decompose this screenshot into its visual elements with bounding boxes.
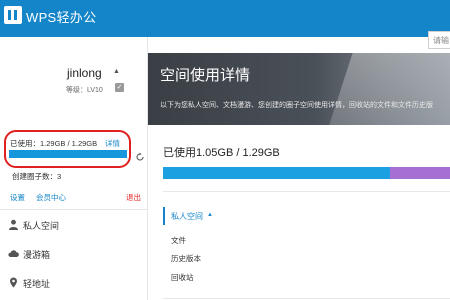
caret-up-icon[interactable]: ▲ xyxy=(207,212,213,218)
highlight-annotation xyxy=(4,130,131,168)
sidebar-item-private-space[interactable]: 私人空间 xyxy=(0,212,147,240)
app-title: WPS轻办公 xyxy=(26,10,97,25)
user-level: 等级：LV10 xyxy=(66,87,103,94)
tree-header-label: 私人空间 xyxy=(171,212,203,221)
usage-breakdown-bar xyxy=(163,167,450,179)
sidebar-item-roaming-box[interactable]: 漫游箱 xyxy=(0,241,147,269)
sidebar-item-label: 轻地址 xyxy=(23,279,51,289)
tree-item-files[interactable]: 文件 xyxy=(171,235,186,246)
location-pin-icon xyxy=(10,277,17,288)
main-content: 空间使用详情 以下为您私人空间、文档漫游、您创建的圈子空间使用详情，回收站的文件… xyxy=(148,37,450,300)
top-bar: WPS轻办公 xyxy=(0,0,450,37)
usage-segment-other xyxy=(389,167,450,179)
cloud-icon xyxy=(8,250,19,257)
header-banner: 空间使用详情 以下为您私人空间、文档漫游、您创建的圈子空间使用详情，回收站的文件… xyxy=(148,53,450,125)
tree-header-private-space[interactable]: 私人空间 ▲ xyxy=(163,207,450,225)
logout-link[interactable]: 退出 xyxy=(126,192,141,203)
usage-segment-used xyxy=(163,167,390,179)
settings-link[interactable]: 设置 xyxy=(10,192,25,203)
caret-up-icon[interactable]: ▲ xyxy=(113,68,120,75)
divider xyxy=(163,298,450,299)
circles-count: 创建圈子数：3 xyxy=(12,172,62,181)
tree-item-history[interactable]: 历史版本 xyxy=(171,253,201,264)
refresh-icon[interactable] xyxy=(135,152,145,162)
used-total-label: 已使用1.05GB / 1.29GB xyxy=(163,147,280,159)
wps-logo-icon xyxy=(4,6,22,24)
person-icon xyxy=(9,219,18,230)
sidebar-item-label: 漫游箱 xyxy=(23,250,51,260)
tree-item-recycle-bin[interactable]: 回收站 xyxy=(171,272,194,283)
sidebar-item-label: 私人空间 xyxy=(23,221,60,231)
sidebar: jinlong ▲ 等级：LV10 ✓ 已使用：1.29GB / 1.29GB … xyxy=(0,37,148,300)
check-badge-icon: ✓ xyxy=(115,83,124,92)
sidebar-item-light-address[interactable]: 轻地址 xyxy=(0,270,147,298)
divider xyxy=(0,209,147,210)
banner-decoration xyxy=(320,53,450,125)
selection-indicator xyxy=(163,207,165,225)
page-title: 空间使用详情 xyxy=(160,67,251,84)
page-subtitle: 以下为您私人空间、文档漫游、您创建的圈子空间使用详情，回收站的文件和文件历史版 xyxy=(160,102,433,109)
divider xyxy=(163,191,450,192)
user-name[interactable]: jinlong xyxy=(67,66,102,80)
member-center-link[interactable]: 会员中心 xyxy=(36,192,66,203)
